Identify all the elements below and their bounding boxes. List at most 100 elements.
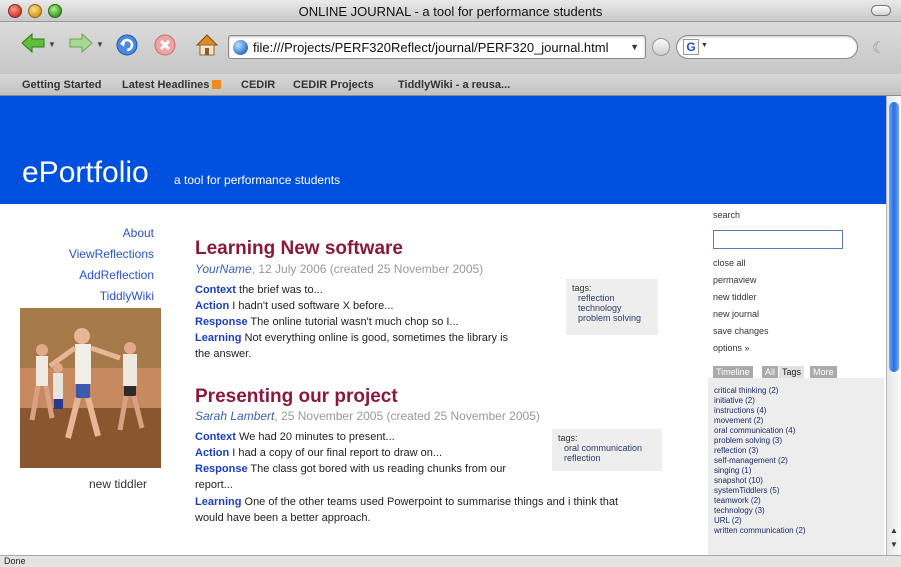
dancers-photo	[20, 308, 161, 468]
search-engine-chevron-icon[interactable]: ▼	[701, 42, 708, 49]
tag-list-item[interactable]: systemTiddlers (5)	[714, 486, 780, 495]
tag-link[interactable]: problem solving	[572, 313, 652, 323]
context-text: the brief was to...	[235, 284, 323, 296]
new-journal-link[interactable]: new journal	[713, 309, 759, 319]
context-text: We had 20 minutes to present...	[235, 431, 395, 443]
tag-list-item[interactable]: teamwork (2)	[714, 496, 761, 505]
go-button[interactable]	[652, 38, 670, 56]
tag-list-item[interactable]: instructions (4)	[714, 406, 766, 415]
tag-list-item[interactable]: movement (2)	[714, 416, 763, 425]
tag-link[interactable]: reflection	[572, 293, 652, 303]
toolbar-toggle-button[interactable]	[871, 5, 891, 16]
tag-list-item[interactable]: written communication (2)	[714, 526, 806, 535]
tag-list-item[interactable]: initiative (2)	[714, 396, 755, 405]
rss-icon	[212, 80, 222, 89]
search-engine-bar[interactable]: G ▼	[676, 35, 858, 59]
reload-button[interactable]	[114, 32, 140, 58]
bookmark-cedir-projects[interactable]: CEDIR Projects	[293, 79, 374, 91]
tag-list-item[interactable]: self-management (2)	[714, 456, 788, 465]
learning-label: Learning	[195, 496, 242, 508]
tags-label: tags:	[572, 283, 592, 293]
context-label: Context	[195, 284, 236, 296]
menu-item-about[interactable]: About	[123, 226, 154, 240]
vertical-scrollbar[interactable]: ▲ ▼	[886, 96, 901, 555]
status-text: Done	[4, 556, 26, 566]
bookmark-cedir[interactable]: CEDIR	[241, 79, 275, 91]
tiddler-author[interactable]: YourName	[195, 262, 252, 276]
scroll-down-arrow-icon[interactable]: ▼	[890, 540, 898, 549]
search-input[interactable]	[713, 230, 843, 249]
tag-link[interactable]: technology	[572, 303, 652, 313]
response-text: The class got bored with us reading chun…	[247, 463, 507, 475]
status-bar: Done	[0, 555, 901, 567]
menu-item-view-reflections[interactable]: ViewReflections	[69, 247, 154, 261]
tag-list-item[interactable]: reflection (3)	[714, 446, 758, 455]
tag-list-item[interactable]: singing (1)	[714, 466, 751, 475]
tag-list-item[interactable]: URL (2)	[714, 516, 742, 525]
learning-continuation: the answer.	[195, 348, 252, 360]
menu-item-tiddlywiki[interactable]: TiddlyWiki	[100, 289, 154, 303]
address-input[interactable]: file:///Projects/PERF320Reflect/journal/…	[253, 40, 609, 55]
response-text: The online tutorial wasn't much chop so …	[247, 316, 459, 328]
forward-arrow-icon	[69, 32, 93, 54]
new-tiddler-link[interactable]: new tiddler	[89, 477, 147, 491]
tiddler-subtitle: YourName, 12 July 2006 (created 25 Novem…	[195, 262, 483, 276]
bookmarks-bar: Getting Started Latest Headlines CEDIR C…	[0, 74, 901, 96]
bookmark-getting-started[interactable]: Getting Started	[22, 79, 101, 91]
options-link[interactable]: options »	[713, 343, 750, 353]
home-button[interactable]	[194, 32, 220, 58]
tiddler-author[interactable]: Sarah Lambert	[195, 409, 274, 423]
new-tiddler-sidebar-link[interactable]: new tiddler	[713, 292, 757, 302]
reload-icon	[116, 34, 138, 56]
tag-link[interactable]: reflection	[558, 453, 656, 463]
site-header: ePortfolio a tool for performance studen…	[0, 96, 886, 204]
action-text: I hadn't used software X before...	[229, 300, 394, 312]
tiddler-title[interactable]: Presenting our project	[195, 386, 398, 408]
back-button[interactable]	[20, 32, 46, 58]
site-subtitle: a tool for performance students	[174, 173, 341, 187]
address-history-chevron-icon[interactable]: ▼	[630, 42, 639, 52]
permaview-link[interactable]: permaview	[713, 275, 757, 285]
learning-continuation: would have been a better approach.	[195, 512, 371, 524]
learning-text: One of the other teams used Powerpoint t…	[241, 496, 619, 508]
globe-icon	[233, 40, 248, 55]
menu-item-add-reflection[interactable]: AddReflection	[79, 268, 154, 282]
forward-button[interactable]	[68, 32, 94, 58]
tag-list-item[interactable]: snapshot (10)	[714, 476, 763, 485]
tag-list-item[interactable]: oral communication (4)	[714, 426, 795, 435]
close-all-link[interactable]: close all	[713, 258, 746, 268]
save-changes-link[interactable]: save changes	[713, 326, 769, 336]
learning-label: Learning	[195, 332, 242, 344]
scroll-up-arrow-icon[interactable]: ▲	[890, 526, 898, 535]
stop-button[interactable]	[152, 32, 178, 58]
forward-history-chevron-icon[interactable]: ▼	[96, 40, 104, 49]
tiddler-title[interactable]: Learning New software	[195, 238, 403, 260]
tiddler-date: , 12 July 2006 (created 25 November 2005…	[251, 262, 484, 276]
action-line: Action I had a copy of our final report …	[195, 447, 442, 459]
google-icon[interactable]: G	[683, 39, 699, 55]
home-icon	[195, 34, 219, 56]
action-line: Action I hadn't used software X before..…	[195, 300, 393, 312]
bookmark-latest-headlines[interactable]: Latest Headlines	[122, 79, 222, 91]
tag-list-item[interactable]: problem solving (3)	[714, 436, 782, 445]
context-line: Context We had 20 minutes to present...	[195, 431, 395, 443]
back-arrow-icon	[21, 32, 45, 54]
address-bar[interactable]: file:///Projects/PERF320Reflect/journal/…	[228, 35, 646, 59]
window-titlebar: ONLINE JOURNAL - a tool for performance …	[0, 0, 901, 22]
action-label: Action	[195, 447, 230, 459]
response-line: Response The online tutorial wasn't much…	[195, 316, 459, 328]
context-label: Context	[195, 431, 236, 443]
page-content: ePortfolio a tool for performance studen…	[0, 96, 886, 555]
bookmark-tiddlywiki[interactable]: TiddlyWiki - a reusa...	[398, 79, 510, 91]
tag-list-item[interactable]: critical thinking (2)	[714, 386, 778, 395]
learning-text: Not everything online is good, sometimes…	[241, 332, 509, 344]
back-history-chevron-icon[interactable]: ▼	[48, 40, 56, 49]
tiddler-subtitle: Sarah Lambert, 25 November 2005 (created…	[195, 409, 540, 423]
tag-list-item[interactable]: technology (3)	[714, 506, 765, 515]
bookmark-label: Latest Headlines	[122, 79, 210, 91]
learning-line: Learning One of the other teams used Pow…	[195, 496, 618, 508]
search-label: search	[713, 210, 741, 220]
scrollbar-thumb[interactable]	[889, 102, 899, 372]
tag-link[interactable]: oral communication	[558, 443, 656, 453]
stop-icon	[154, 34, 176, 56]
